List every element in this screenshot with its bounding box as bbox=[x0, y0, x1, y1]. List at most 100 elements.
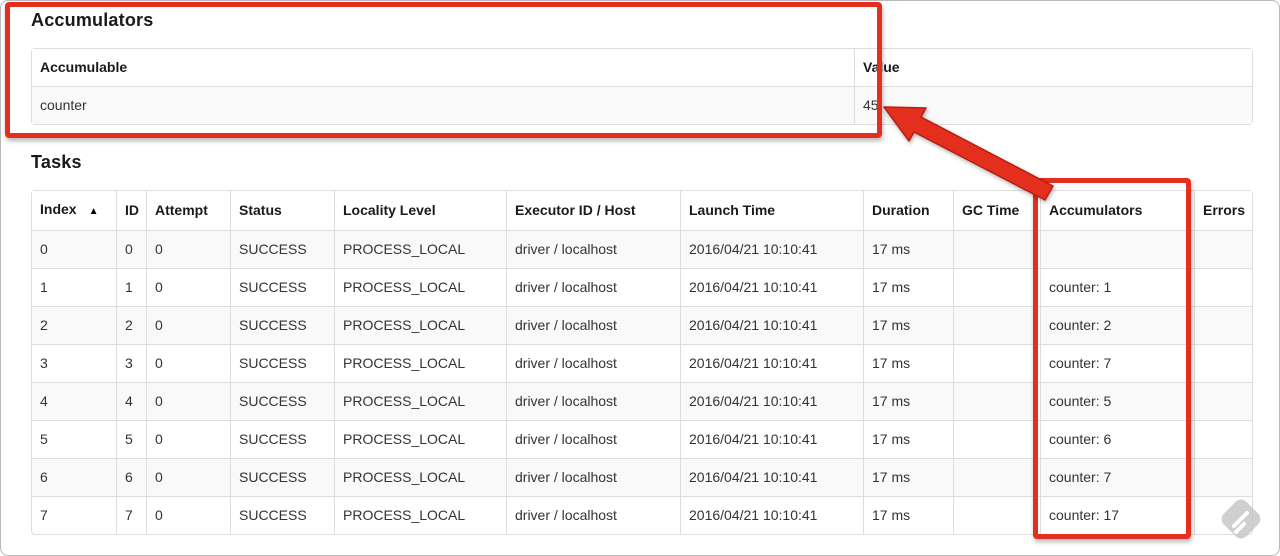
table-cell: PROCESS_LOCAL bbox=[334, 420, 506, 458]
table-cell: 0 bbox=[146, 344, 230, 382]
table-cell: 0 bbox=[32, 230, 116, 268]
column-header-accumulable[interactable]: Accumulable bbox=[32, 49, 854, 86]
table-cell: PROCESS_LOCAL bbox=[334, 458, 506, 496]
table-cell: SUCCESS bbox=[230, 496, 334, 534]
table-cell: 0 bbox=[146, 458, 230, 496]
table-cell: 17 ms bbox=[863, 230, 953, 268]
column-header-id[interactable]: ID bbox=[116, 191, 146, 230]
table-cell: counter: 7 bbox=[1040, 458, 1194, 496]
table-cell: SUCCESS bbox=[230, 420, 334, 458]
column-header-index[interactable]: Index ▲ bbox=[32, 191, 116, 230]
table-cell: PROCESS_LOCAL bbox=[334, 344, 506, 382]
table-cell: 17 ms bbox=[863, 496, 953, 534]
table-cell: SUCCESS bbox=[230, 306, 334, 344]
table-cell: PROCESS_LOCAL bbox=[334, 382, 506, 420]
table-cell: counter: 5 bbox=[1040, 382, 1194, 420]
table-cell: counter: 1 bbox=[1040, 268, 1194, 306]
table-cell bbox=[1194, 230, 1252, 268]
table-cell: driver / localhost bbox=[506, 230, 680, 268]
table-cell: 2 bbox=[32, 306, 116, 344]
table-cell bbox=[1194, 268, 1252, 306]
column-header-value[interactable]: Value bbox=[854, 49, 1252, 86]
table-cell: driver / localhost bbox=[506, 344, 680, 382]
table-cell: 0 bbox=[146, 420, 230, 458]
table-row: 4 4 0 SUCCESS PROCESS_LOCAL driver / localhos… bbox=[32, 382, 1252, 420]
watermark-logo-icon bbox=[1213, 491, 1269, 547]
table-cell: 2016/04/21 10:10:41 bbox=[680, 420, 863, 458]
column-header-executor-id-host[interactable]: Executor ID / Host bbox=[506, 191, 680, 230]
table-cell bbox=[1194, 344, 1252, 382]
table-cell bbox=[953, 306, 1040, 344]
table-cell: 2016/04/21 10:10:41 bbox=[680, 382, 863, 420]
table-cell bbox=[1194, 420, 1252, 458]
table-cell: PROCESS_LOCAL bbox=[334, 268, 506, 306]
column-header-errors[interactable]: Errors bbox=[1194, 191, 1252, 230]
table-cell: counter: 17 bbox=[1040, 496, 1194, 534]
table-cell: 2016/04/21 10:10:41 bbox=[680, 458, 863, 496]
table-cell: 4 bbox=[116, 382, 146, 420]
column-header-attempt[interactable]: Attempt bbox=[146, 191, 230, 230]
table-cell: SUCCESS bbox=[230, 382, 334, 420]
table-row: 3 3 0 SUCCESS PROCESS_LOCAL driver / localhos… bbox=[32, 344, 1252, 382]
tasks-table-body: 0 0 0 SUCCESS PROCESS_LOCAL driver / localhos… bbox=[32, 230, 1252, 534]
table-cell: 2016/04/21 10:10:41 bbox=[680, 230, 863, 268]
table-cell: 0 bbox=[146, 382, 230, 420]
table-cell: SUCCESS bbox=[230, 344, 334, 382]
table-cell: counter bbox=[32, 86, 854, 124]
column-header-status[interactable]: Status bbox=[230, 191, 334, 230]
table-cell bbox=[953, 420, 1040, 458]
table-cell: 5 bbox=[32, 420, 116, 458]
table-cell: 2016/04/21 10:10:41 bbox=[680, 344, 863, 382]
table-cell: 0 bbox=[146, 230, 230, 268]
column-header-launch-time[interactable]: Launch Time bbox=[680, 191, 863, 230]
table-cell: 0 bbox=[146, 496, 230, 534]
table-cell: 0 bbox=[146, 306, 230, 344]
spark-ui-stage-page: Accumulators Accumulable Value counter 45… bbox=[0, 0, 1280, 556]
tasks-table: Index ▲ ID Attempt Status Locality Level … bbox=[31, 190, 1253, 535]
table-cell: driver / localhost bbox=[506, 420, 680, 458]
column-header-gc-time[interactable]: GC Time bbox=[953, 191, 1040, 230]
table-row: 2 2 0 SUCCESS PROCESS_LOCAL driver / localhos… bbox=[32, 306, 1252, 344]
table-cell: SUCCESS bbox=[230, 268, 334, 306]
table-row: 7 7 0 SUCCESS PROCESS_LOCAL driver / localhos… bbox=[32, 496, 1252, 534]
table-cell bbox=[1194, 382, 1252, 420]
table-cell bbox=[1040, 230, 1194, 268]
table-cell: 0 bbox=[116, 230, 146, 268]
table-cell: counter: 6 bbox=[1040, 420, 1194, 458]
table-cell bbox=[953, 268, 1040, 306]
table-cell: 4 bbox=[32, 382, 116, 420]
column-header-locality-level[interactable]: Locality Level bbox=[334, 191, 506, 230]
tasks-section-title: Tasks bbox=[31, 152, 82, 172]
table-cell: PROCESS_LOCAL bbox=[334, 306, 506, 344]
table-cell: driver / localhost bbox=[506, 496, 680, 534]
sort-ascending-icon: ▲ bbox=[88, 206, 99, 217]
table-row: 5 5 0 SUCCESS PROCESS_LOCAL driver / localhos… bbox=[32, 420, 1252, 458]
table-cell: 6 bbox=[116, 458, 146, 496]
table-cell: PROCESS_LOCAL bbox=[334, 496, 506, 534]
table-cell: 7 bbox=[32, 496, 116, 534]
table-cell: 6 bbox=[32, 458, 116, 496]
accumulators-header-row: Accumulable Value bbox=[32, 49, 1252, 86]
table-cell: 5 bbox=[116, 420, 146, 458]
table-cell: 17 ms bbox=[863, 458, 953, 496]
column-header-index-label: Index bbox=[40, 201, 77, 217]
column-header-duration[interactable]: Duration bbox=[863, 191, 953, 230]
table-cell: 17 ms bbox=[863, 344, 953, 382]
accumulators-table-body: counter 45 bbox=[32, 86, 1252, 124]
table-cell bbox=[1194, 306, 1252, 344]
table-row: counter 45 bbox=[32, 86, 1252, 124]
table-cell: driver / localhost bbox=[506, 268, 680, 306]
table-cell bbox=[953, 382, 1040, 420]
table-cell: SUCCESS bbox=[230, 230, 334, 268]
tasks-header-row: Index ▲ ID Attempt Status Locality Level … bbox=[32, 191, 1252, 230]
accumulators-table: Accumulable Value counter 45 bbox=[31, 48, 1253, 125]
table-cell: 17 ms bbox=[863, 268, 953, 306]
column-header-accumulators[interactable]: Accumulators bbox=[1040, 191, 1194, 230]
table-cell bbox=[953, 230, 1040, 268]
table-cell: counter: 2 bbox=[1040, 306, 1194, 344]
table-cell: 17 ms bbox=[863, 420, 953, 458]
table-cell: 2016/04/21 10:10:41 bbox=[680, 306, 863, 344]
table-cell bbox=[953, 458, 1040, 496]
table-cell: driver / localhost bbox=[506, 306, 680, 344]
table-row: 0 0 0 SUCCESS PROCESS_LOCAL driver / localhos… bbox=[32, 230, 1252, 268]
